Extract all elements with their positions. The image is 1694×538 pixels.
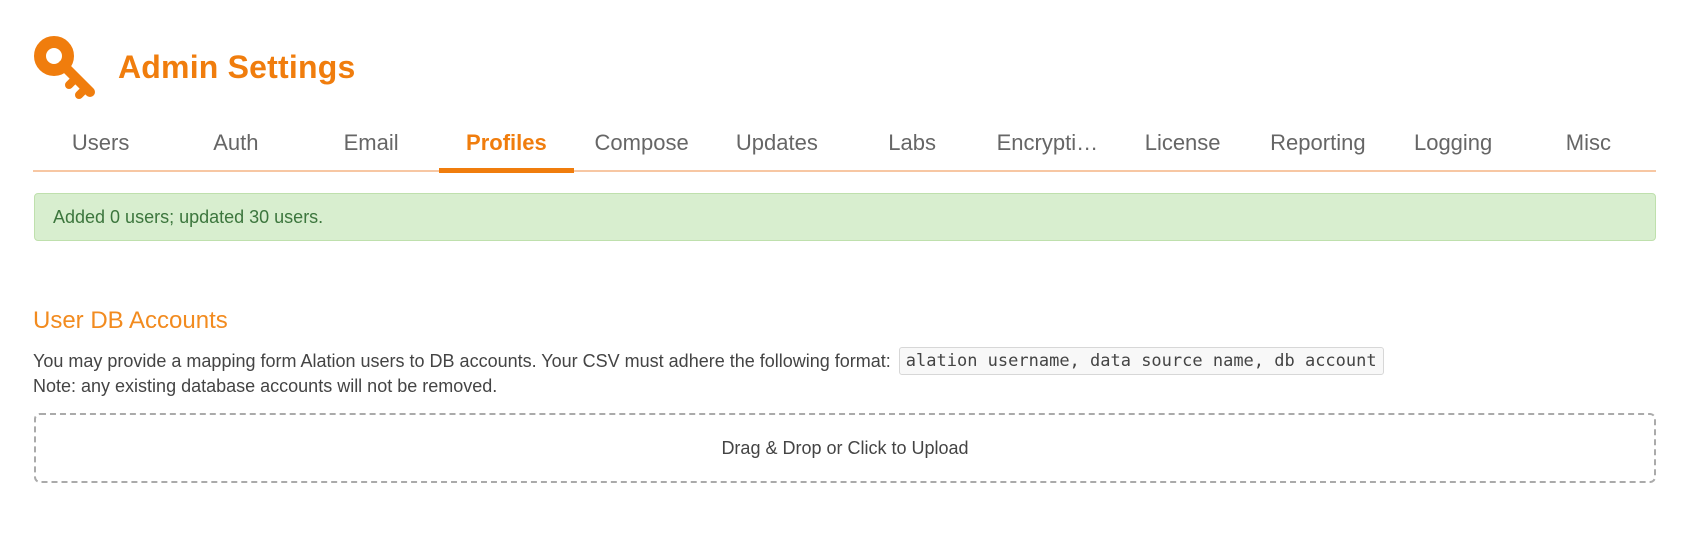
key-icon	[34, 36, 95, 99]
tab-license[interactable]: License	[1115, 122, 1250, 170]
tab-logging[interactable]: Logging	[1386, 122, 1521, 170]
tab-users[interactable]: Users	[33, 122, 168, 170]
page-header: Admin Settings	[32, 34, 355, 100]
tab-misc[interactable]: Misc	[1521, 122, 1656, 170]
description-text: You may provide a mapping form Alation u…	[33, 350, 891, 371]
note-text: Note: any existing database accounts wil…	[33, 376, 498, 396]
csv-upload-dropzone[interactable]: Drag & Drop or Click to Upload	[34, 413, 1656, 483]
section-title: User DB Accounts	[33, 307, 228, 334]
tab-labs[interactable]: Labs	[845, 122, 980, 170]
settings-tabs: Users Auth Email Profiles Compose Update…	[33, 122, 1656, 173]
tab-profiles[interactable]: Profiles	[438, 122, 575, 173]
success-alert: Added 0 users; updated 30 users.	[34, 193, 1656, 241]
tab-reporting[interactable]: Reporting	[1250, 122, 1385, 170]
page-title: Admin Settings	[118, 48, 356, 85]
csv-format-code: alation username, data source name, db a…	[898, 347, 1384, 375]
upload-label: Drag & Drop or Click to Upload	[721, 437, 969, 458]
tab-auth[interactable]: Auth	[168, 122, 303, 170]
tab-encryption[interactable]: Encrypti…	[980, 122, 1115, 170]
tab-compose[interactable]: Compose	[574, 122, 709, 170]
tab-email[interactable]: Email	[304, 122, 439, 170]
format-description: You may provide a mapping form Alation u…	[33, 347, 1384, 375]
tab-updates[interactable]: Updates	[709, 122, 844, 170]
